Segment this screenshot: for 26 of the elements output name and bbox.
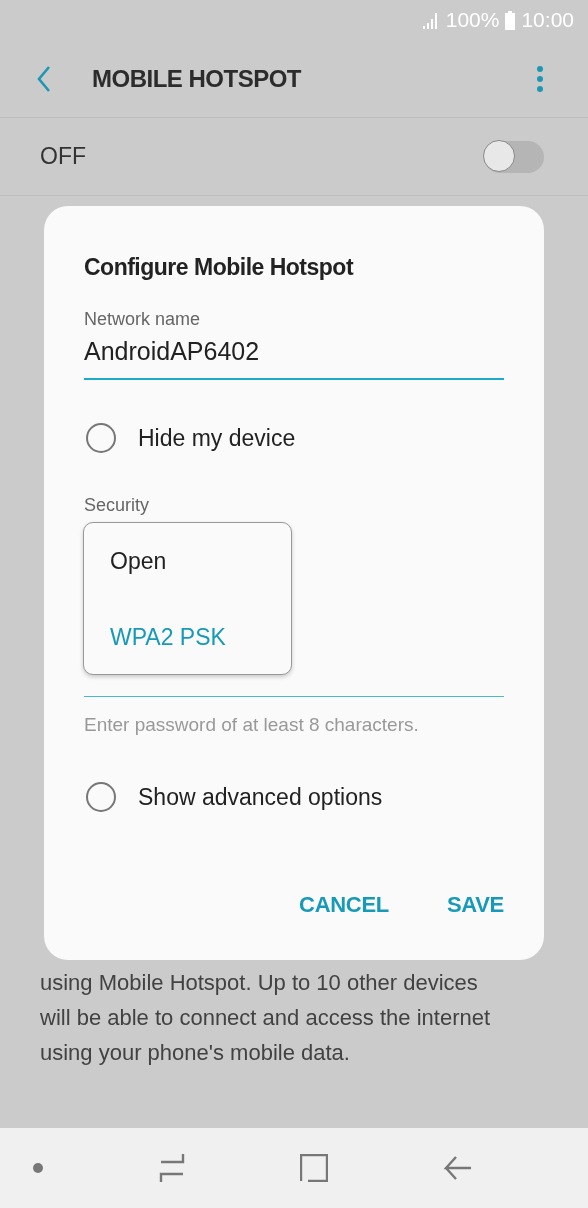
hotspot-switch[interactable] (484, 140, 544, 173)
network-name-field[interactable]: AndroidAP6402 (84, 334, 504, 380)
back-icon[interactable] (36, 64, 52, 93)
switch-label: OFF (40, 143, 86, 170)
field-label: Network name (84, 308, 201, 330)
more-options-icon[interactable] (536, 64, 544, 93)
battery-icon (504, 10, 517, 30)
radio-label: Show advanced options (138, 783, 383, 811)
recent-apps-icon[interactable] (158, 1153, 185, 1183)
dialog-title: Configure Mobile Hotspot (84, 253, 354, 282)
menu-item[interactable]: Open (84, 523, 291, 599)
description-text: using Mobile Hotspot. Up to 10 other devices (40, 969, 479, 997)
hint-text: Enter password of at least 8 characters. (84, 713, 419, 737)
dot-icon[interactable] (33, 1163, 43, 1173)
back-icon[interactable] (443, 1154, 472, 1182)
menu-item[interactable]: WPA2 PSK (84, 599, 291, 675)
home-icon[interactable] (300, 1154, 329, 1182)
dialog-button[interactable]: SAVE (446, 885, 504, 925)
dialog-button[interactable]: CANCEL (299, 885, 389, 925)
page-title: MOBILE HOTSPOT (92, 64, 303, 93)
radio-button[interactable] (86, 423, 116, 453)
field-label: Security (84, 494, 150, 516)
radio-button[interactable] (86, 782, 116, 812)
radio-label: Hide my device (138, 424, 296, 452)
description-text: will be able to connect and access the internet (40, 1004, 492, 1032)
description-text: using your phone's mobile data. (40, 1039, 351, 1067)
